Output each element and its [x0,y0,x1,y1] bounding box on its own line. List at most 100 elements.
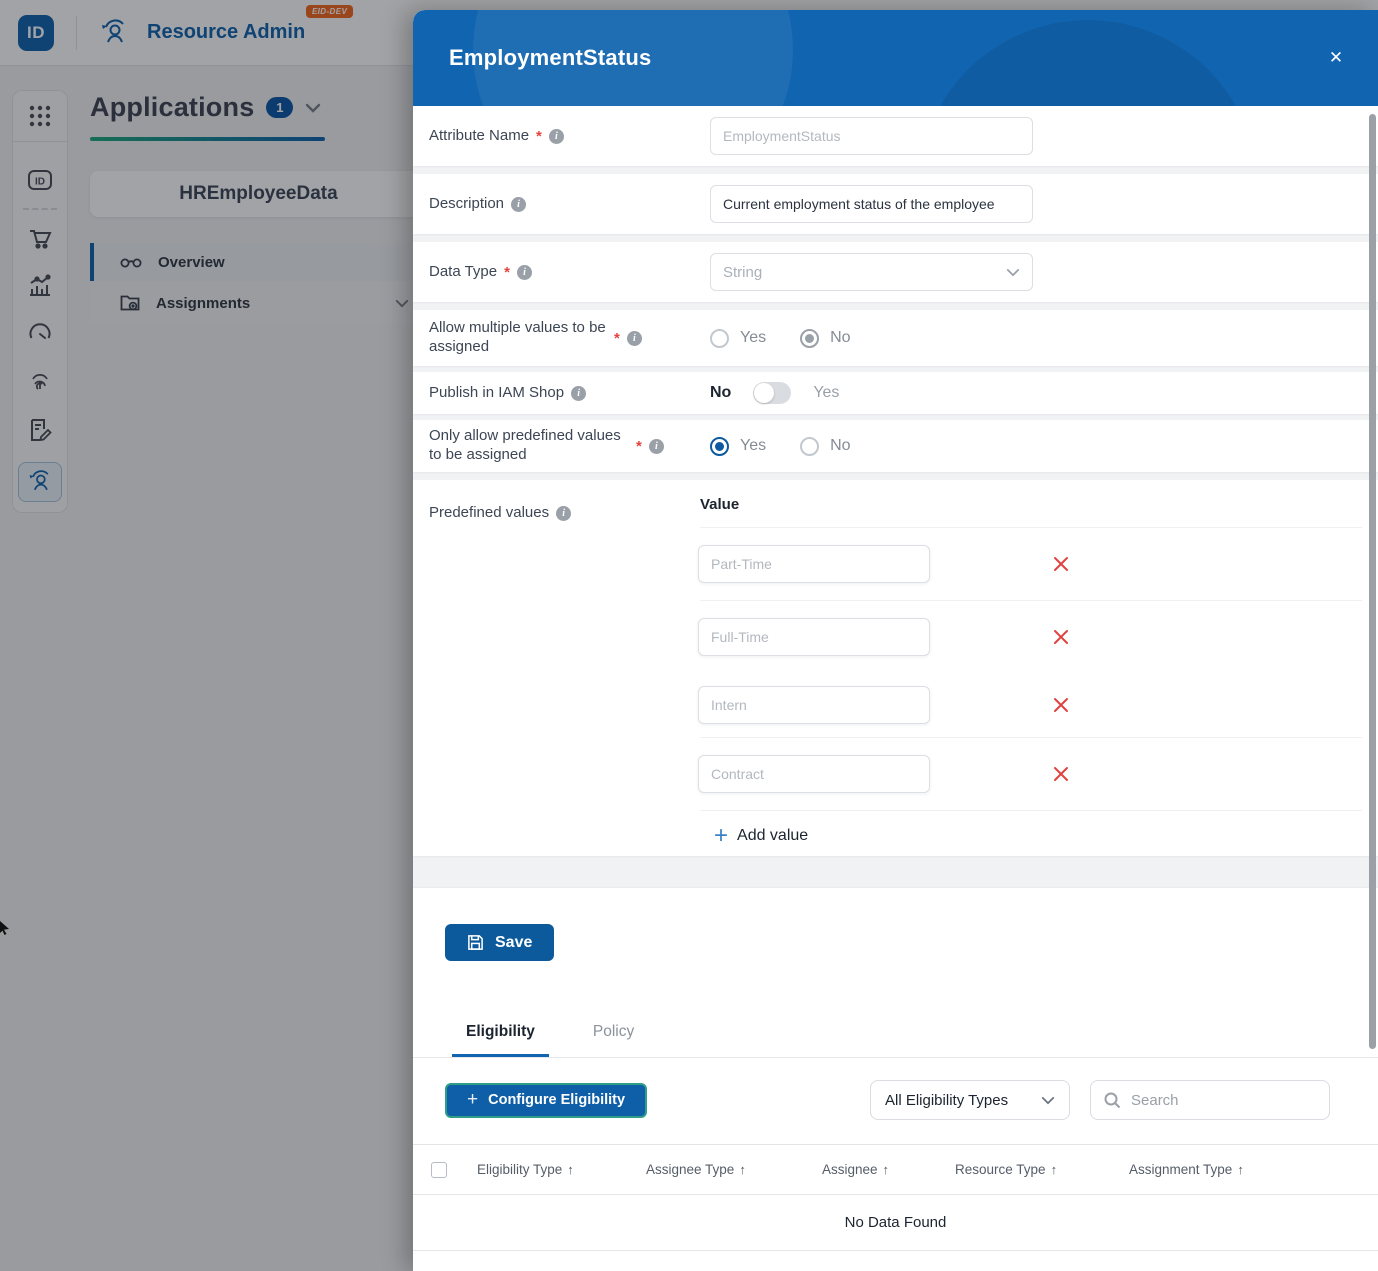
chevron-down-icon [1041,1096,1055,1104]
eligibility-type-filter[interactable]: All Eligibility Types [870,1080,1070,1120]
only-predefined-yes-radio[interactable]: Yes [710,436,767,456]
toggle-off-label: No [710,384,732,401]
plus-icon: + [467,1089,479,1110]
required-asterisk: * [504,263,510,281]
attribute-name-row: Attribute Name * i [413,106,1378,166]
tab-divider [413,1057,1378,1058]
sort-asc-icon: ↑ [567,1162,574,1177]
column-header-eligibility-type[interactable]: Eligibility Type ↑ [477,1162,646,1177]
required-asterisk: * [614,329,620,347]
delete-value-icon[interactable] [1052,555,1070,573]
save-button[interactable]: Save [445,924,555,961]
publish-iam-shop-toggle[interactable] [753,382,792,404]
drawer-title: EmploymentStatus [449,45,652,70]
required-asterisk: * [636,437,642,455]
close-icon[interactable]: ✕ [1322,44,1350,72]
column-header-resource-type[interactable]: Resource Type ↑ [955,1162,1129,1177]
save-icon [468,935,483,950]
allow-multiple-no-radio[interactable]: No [800,328,851,348]
radio-label: No [830,329,851,346]
column-header-assignment-type[interactable]: Assignment Type ↑ [1129,1162,1378,1177]
add-value-label: Add value [737,827,809,844]
only-predefined-row: Only allow predefined values to be assig… [413,420,1378,472]
info-icon[interactable]: i [626,330,642,346]
description-input[interactable] [710,185,1033,223]
description-row: Description i [413,174,1378,234]
search-icon [1104,1092,1121,1109]
predefined-value-input[interactable] [698,618,930,656]
search-input[interactable] [1131,1091,1301,1109]
predefined-value-item [698,528,1362,600]
sort-asc-icon: ↑ [739,1162,746,1177]
eligibility-table: Eligibility Type ↑ Assignee Type ↑ Assigne… [413,1144,1378,1251]
sort-asc-icon: ↑ [1050,1162,1058,1177]
sort-asc-icon: ↑ [1237,1162,1244,1177]
eligibility-controls: + Configure Eligibility All Eligibility … [413,1080,1378,1120]
only-predefined-no-radio[interactable]: No [800,436,851,456]
predefined-value-item [698,601,1362,673]
radio-checked-icon [800,328,820,348]
predefined-value-input[interactable] [698,686,930,724]
predefined-value-item [698,738,1362,810]
description-label: Description [429,194,505,212]
predefined-value-input[interactable] [698,545,930,583]
configure-eligibility-button[interactable]: + Configure Eligibility [445,1082,648,1118]
delete-value-icon[interactable] [1052,765,1070,783]
attribute-detail-drawer: EmploymentStatus ✕ Attribute Name * i De… [413,10,1378,1271]
delete-value-icon[interactable] [1052,628,1070,646]
mouse-cursor [0,921,9,935]
save-label: Save [495,933,533,951]
tab-bar: Eligibility Policy [413,1023,1378,1057]
radio-label: Yes [740,437,767,454]
add-value-button[interactable]: + Add value [714,822,1362,849]
column-header-assignee-type[interactable]: Assignee Type ↑ [646,1162,822,1177]
sort-asc-icon: ↑ [882,1162,890,1177]
predefined-value-item [698,673,1362,737]
allow-multiple-yes-radio[interactable]: Yes [710,328,767,348]
radio-unchecked-icon [710,328,729,348]
tab-policy[interactable]: Policy [593,1023,634,1057]
info-icon[interactable]: i [516,264,532,280]
info-icon[interactable]: i [571,385,587,401]
configure-eligibility-label: Configure Eligibility [488,1092,626,1108]
drawer-lower-section: Save Eligibility Policy + Configure Elig… [413,888,1378,1271]
predefined-values-row: Predefined values i Value Part-Time Full… [413,480,1378,856]
delete-value-icon[interactable] [1052,696,1070,714]
tab-eligibility[interactable]: Eligibility [452,1023,549,1057]
predefined-value-input[interactable] [698,755,930,793]
select-all-checkbox[interactable] [431,1161,447,1178]
publish-iam-shop-row: Publish in IAM Shop i No Yes [413,372,1378,414]
divider [700,810,1362,811]
attribute-name-label: Attribute Name [429,126,530,144]
value-column-header: Value [700,496,740,513]
only-predefined-label: Only allow predefined values to be assig… [429,427,621,463]
radio-label: No [830,437,851,454]
column-header-assignee[interactable]: Assignee ↑ [822,1162,955,1177]
data-type-row: Data Type * i String [413,242,1378,302]
publish-iam-shop-label: Publish in IAM Shop [429,383,565,401]
search-field[interactable] [1090,1080,1330,1120]
radio-unchecked-icon [800,436,820,456]
info-icon[interactable]: i [511,196,527,212]
chevron-down-icon [1006,268,1020,276]
drawer-body: Attribute Name * i Description i Data Ty… [413,106,1378,1271]
toggle-on-label: Yes [813,384,840,401]
info-icon[interactable]: i [648,438,664,454]
plus-icon: + [714,822,729,849]
required-asterisk: * [536,127,542,145]
attribute-name-input[interactable] [710,117,1033,155]
radio-checked-icon [710,436,729,456]
allow-multiple-row: Allow multiple values to be assigned * i… [413,310,1378,366]
allow-multiple-label: Allow multiple values to be assigned [429,319,606,355]
empty-state-text: No Data Found [413,1195,1378,1251]
filter-value: All Eligibility Types [885,1091,1009,1109]
table-header-row: Eligibility Type ↑ Assignee Type ↑ Assigne… [413,1145,1378,1195]
scrollbar-thumb[interactable] [1369,114,1376,1049]
data-type-select[interactable]: String [710,253,1033,291]
toggle-knob [754,383,775,403]
drawer-header: EmploymentStatus ✕ [413,10,1378,106]
data-type-label: Data Type [429,262,498,280]
drawer-scrollbar[interactable] [1369,110,1376,1267]
radio-label: Yes [740,329,767,346]
info-icon[interactable]: i [548,128,564,144]
